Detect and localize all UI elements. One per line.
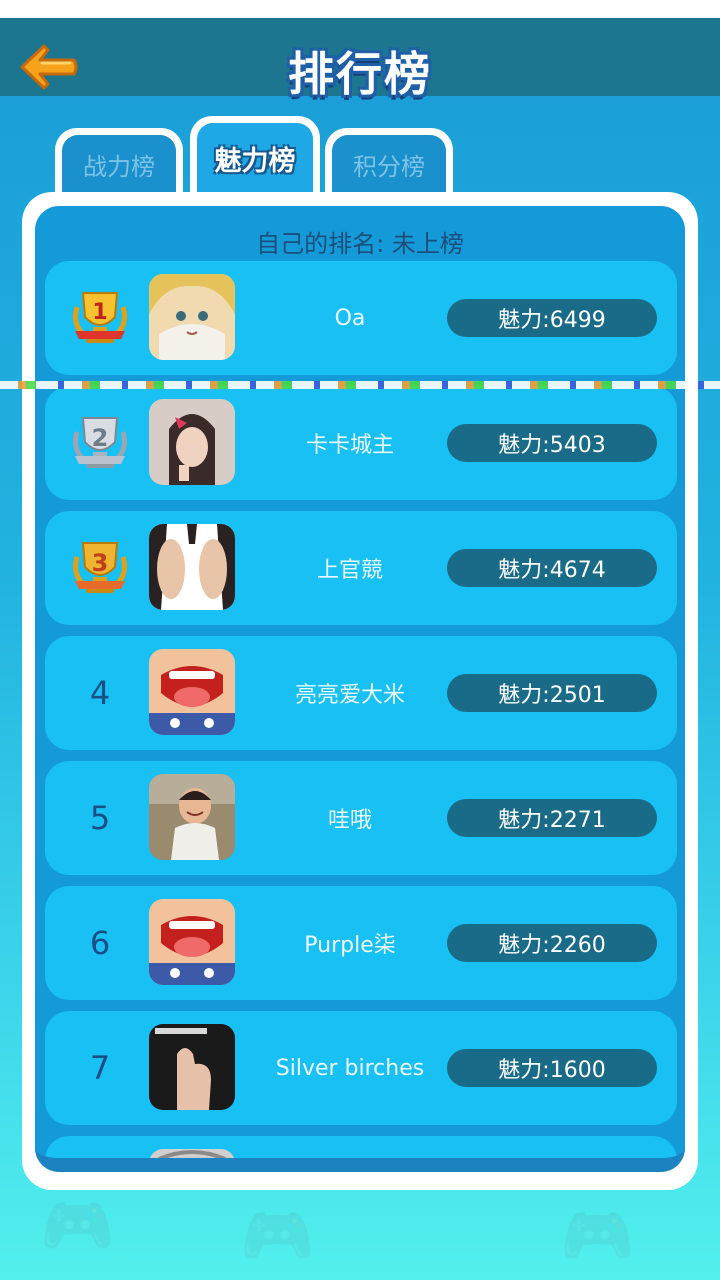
- leaderboard-row[interactable]: 4 亮亮爱大米 魅力:2501: [45, 636, 677, 750]
- player-name: Purple柒: [304, 933, 396, 958]
- leaderboard-panel: 自己的排名: 未上榜 1 Oa 魅力:6499 2 卡卡城主 魅力:5403 3…: [22, 192, 698, 1190]
- charm-score-badge: 魅力:4674: [447, 549, 657, 587]
- player-name: Silver birches: [275, 1055, 425, 1081]
- avatar[interactable]: [149, 649, 235, 735]
- leaderboard-row[interactable]: 5 哇哦 魅力:2271: [45, 761, 677, 875]
- avatar[interactable]: [149, 274, 235, 360]
- header-bar: 排行榜: [0, 18, 720, 101]
- player-name: 哇哦: [327, 808, 372, 833]
- gamepad-decoration-icon: 🎮: [240, 1201, 315, 1271]
- my-rank-text: 自己的排名: 未上榜: [256, 230, 464, 258]
- leaderboard-panel-inner[interactable]: 自己的排名: 未上榜 1 Oa 魅力:6499 2 卡卡城主 魅力:5403 3…: [35, 206, 685, 1172]
- status-bar-strip: [0, 0, 720, 18]
- charm-score-badge: 魅力:2501: [447, 674, 657, 712]
- render-glitch-line: [0, 381, 720, 389]
- charm-score-badge: 魅力:6499: [447, 299, 657, 337]
- charm-score-badge: 魅力:5403: [447, 424, 657, 462]
- leaderboard-row[interactable]: 3 上官競 魅力:4674: [45, 511, 677, 625]
- leaderboard-row[interactable]: 7 Silver birches 魅力:1600: [45, 1011, 677, 1125]
- svg-text:2: 2: [92, 424, 109, 452]
- avatar[interactable]: [149, 899, 235, 985]
- page-title: 排行榜: [288, 47, 432, 101]
- player-name: 上官競: [316, 558, 383, 583]
- svg-text:1: 1: [92, 300, 107, 325]
- leaderboard-row[interactable]: 1 Oa 魅力:6499: [45, 261, 677, 375]
- player-name: Oa: [334, 305, 366, 331]
- gold-trophy-icon: 1: [73, 292, 127, 343]
- bronze-trophy-icon: 3: [73, 542, 127, 593]
- rank-number: 6: [89, 924, 111, 962]
- gamepad-decoration-icon: 🎮: [40, 1191, 115, 1261]
- charm-score-badge: 魅力:2260: [447, 924, 657, 962]
- charm-score-badge: 魅力:1600: [447, 1049, 657, 1087]
- charm-score-badge: 魅力:2271: [447, 799, 657, 837]
- rank-number: 5: [89, 799, 111, 837]
- leaderboard-row[interactable]: 6 Purple柒 魅力:2260: [45, 886, 677, 1000]
- player-name: 卡卡城主: [305, 433, 394, 458]
- silver-trophy-icon: 2: [73, 417, 127, 468]
- rank-number: 7: [89, 1049, 111, 1087]
- avatar[interactable]: [149, 1149, 235, 1158]
- avatar[interactable]: [149, 524, 235, 610]
- leaderboard-row[interactable]: [45, 1136, 677, 1158]
- svg-text:3: 3: [92, 549, 109, 577]
- avatar[interactable]: [149, 774, 235, 860]
- leaderboard-row[interactable]: 2 卡卡城主 魅力:5403: [45, 386, 677, 500]
- rank-number: 4: [89, 674, 111, 712]
- avatar[interactable]: [149, 1024, 235, 1110]
- gamepad-decoration-icon: 🎮: [560, 1201, 635, 1271]
- player-name: 亮亮爱大米: [294, 683, 405, 708]
- avatar[interactable]: [149, 399, 235, 485]
